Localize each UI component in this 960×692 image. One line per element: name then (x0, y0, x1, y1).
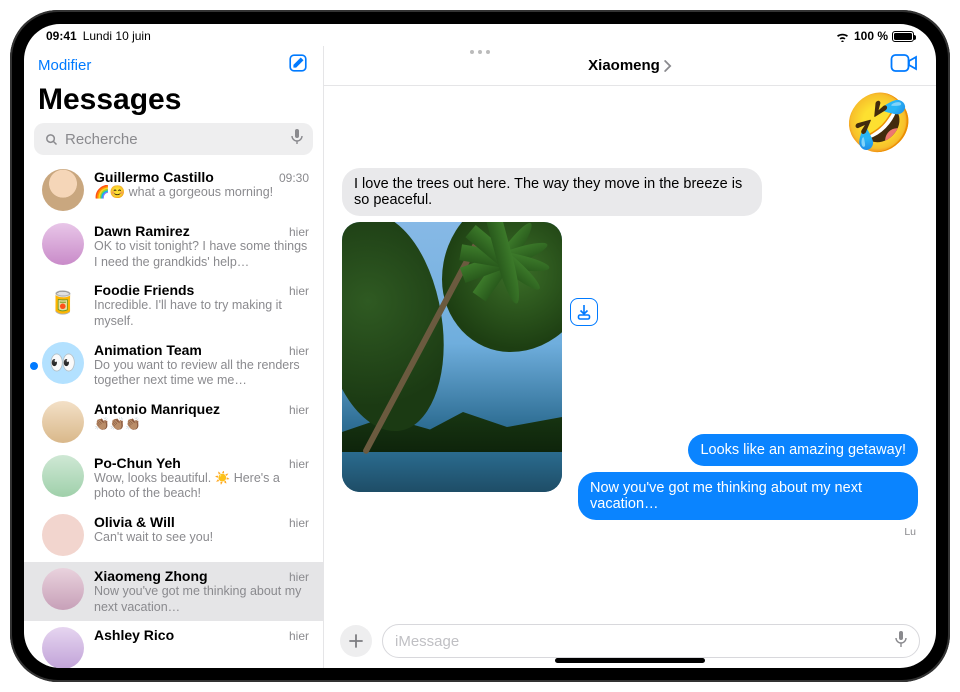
conversation-item[interactable]: Guillermo Castillo 09:30 🌈😊 what a gorge… (24, 163, 323, 217)
dictation-icon[interactable] (895, 630, 907, 653)
input-placeholder: iMessage (395, 633, 459, 650)
conversation-item[interactable]: Olivia & Will hier Can't wait to see you… (24, 508, 323, 562)
conversation-name: Animation Team (94, 342, 202, 358)
conversation-sidebar: Modifier Messages Recherche (24, 46, 324, 668)
conversation-item[interactable]: 👀 Animation Team hier Do you want to rev… (24, 336, 323, 395)
conversation-time: hier (289, 284, 309, 298)
conversation-item[interactable]: Antonio Manriquez hier 👏🏽👏🏽👏🏽 (24, 395, 323, 449)
status-bar: 09:41 Lundi 10 juin 100 % (24, 24, 936, 46)
conversation-list[interactable]: Guillermo Castillo 09:30 🌈😊 what a gorge… (24, 163, 323, 668)
conversation-name: Antonio Manriquez (94, 401, 220, 417)
avatar (42, 568, 84, 610)
conversation-name: Foodie Friends (94, 282, 194, 298)
avatar (42, 627, 84, 668)
conversation-name: Guillermo Castillo (94, 169, 214, 185)
search-field[interactable]: Recherche (34, 123, 313, 155)
conversation-preview: Do you want to review all the renders to… (94, 358, 309, 389)
conversation-time: hier (289, 225, 309, 239)
read-receipt: Lu (904, 526, 918, 538)
conversation-time: hier (289, 403, 309, 417)
apps-button[interactable] (340, 625, 372, 657)
sent-message[interactable]: Looks like an amazing getaway! (688, 434, 918, 466)
download-icon (577, 304, 591, 320)
status-time: 09:41 (46, 29, 77, 43)
conversation-name: Po-Chun Yeh (94, 455, 181, 471)
conversation-name: Xiaomeng Zhong (94, 568, 208, 584)
conversation-name: Olivia & Will (94, 514, 175, 530)
image-attachment[interactable] (342, 222, 562, 492)
conversation-item[interactable]: Dawn Ramirez hier OK to visit tonight? I… (24, 217, 323, 276)
received-message[interactable]: I love the trees out here. The way they … (342, 168, 762, 216)
sidebar-title: Messages (24, 83, 323, 123)
home-indicator[interactable] (555, 658, 705, 663)
avatar (42, 223, 84, 265)
battery-percent: 100 % (854, 29, 888, 43)
conversation-preview: 🌈😊 what a gorgeous morning! (94, 185, 309, 201)
chevron-right-icon (662, 60, 672, 72)
conversation-pane: Xiaomeng 🤣 I love the trees out here. Th… (324, 46, 936, 668)
conversation-time: hier (289, 457, 309, 471)
avatar (42, 169, 84, 211)
conversation-time: hier (289, 516, 309, 530)
status-date: Lundi 10 juin (83, 29, 151, 43)
conversation-time: hier (289, 629, 309, 643)
wifi-icon (835, 31, 850, 42)
conversation-preview: Now you've got me thinking about my next… (94, 584, 309, 615)
facetime-button[interactable] (890, 53, 918, 78)
conversation-time: 09:30 (279, 171, 309, 185)
search-placeholder: Recherche (65, 131, 285, 148)
conversation-item[interactable]: 🥫 Foodie Friends hier Incredible. I'll h… (24, 276, 323, 335)
compose-button[interactable] (287, 52, 309, 79)
plus-icon (348, 633, 364, 649)
sent-message[interactable]: Now you've got me thinking about my next… (578, 472, 918, 520)
avatar (42, 455, 84, 497)
avatar (42, 401, 84, 443)
screen: 09:41 Lundi 10 juin 100 % Modifier (24, 24, 936, 668)
conversation-preview: OK to visit tonight? I have some things … (94, 239, 309, 270)
battery-icon (892, 31, 914, 42)
conversation-preview: Can't wait to see you! (94, 530, 309, 546)
avatar: 👀 (42, 342, 84, 384)
conversation-name: Ashley Rico (94, 627, 174, 643)
conversation-time: hier (289, 570, 309, 584)
conversation-name: Dawn Ramirez (94, 223, 190, 239)
dictation-icon[interactable] (291, 129, 303, 150)
conversation-title-button[interactable]: Xiaomeng (588, 57, 672, 74)
search-icon (44, 132, 59, 147)
device-frame: 09:41 Lundi 10 juin 100 % Modifier (10, 10, 950, 682)
conversation-preview: 👏🏽👏🏽👏🏽 (94, 417, 309, 433)
conversation-item[interactable]: Po-Chun Yeh hier Wow, looks beautiful. ☀… (24, 449, 323, 508)
avatar: 🥫 (42, 282, 84, 324)
conversation-header: Xiaomeng (324, 46, 936, 86)
save-image-button[interactable] (570, 298, 598, 326)
conversation-time: hier (289, 344, 309, 358)
conversation-preview: Wow, looks beautiful. ☀️ Here's a photo … (94, 471, 309, 502)
conversation-preview: Incredible. I'll have to try making it m… (94, 298, 309, 329)
message-input[interactable]: iMessage (382, 624, 920, 658)
conversation-item-selected[interactable]: Xiaomeng Zhong hier Now you've got me th… (24, 562, 323, 621)
edit-button[interactable]: Modifier (38, 57, 91, 74)
unread-indicator (30, 362, 38, 370)
conversation-title: Xiaomeng (588, 57, 660, 74)
tapback-emoji[interactable]: 🤣 (844, 90, 914, 156)
avatar (42, 514, 84, 556)
conversation-item[interactable]: Ashley Rico hier (24, 621, 323, 668)
messages-area[interactable]: 🤣 I love the trees out here. The way the… (324, 86, 936, 618)
